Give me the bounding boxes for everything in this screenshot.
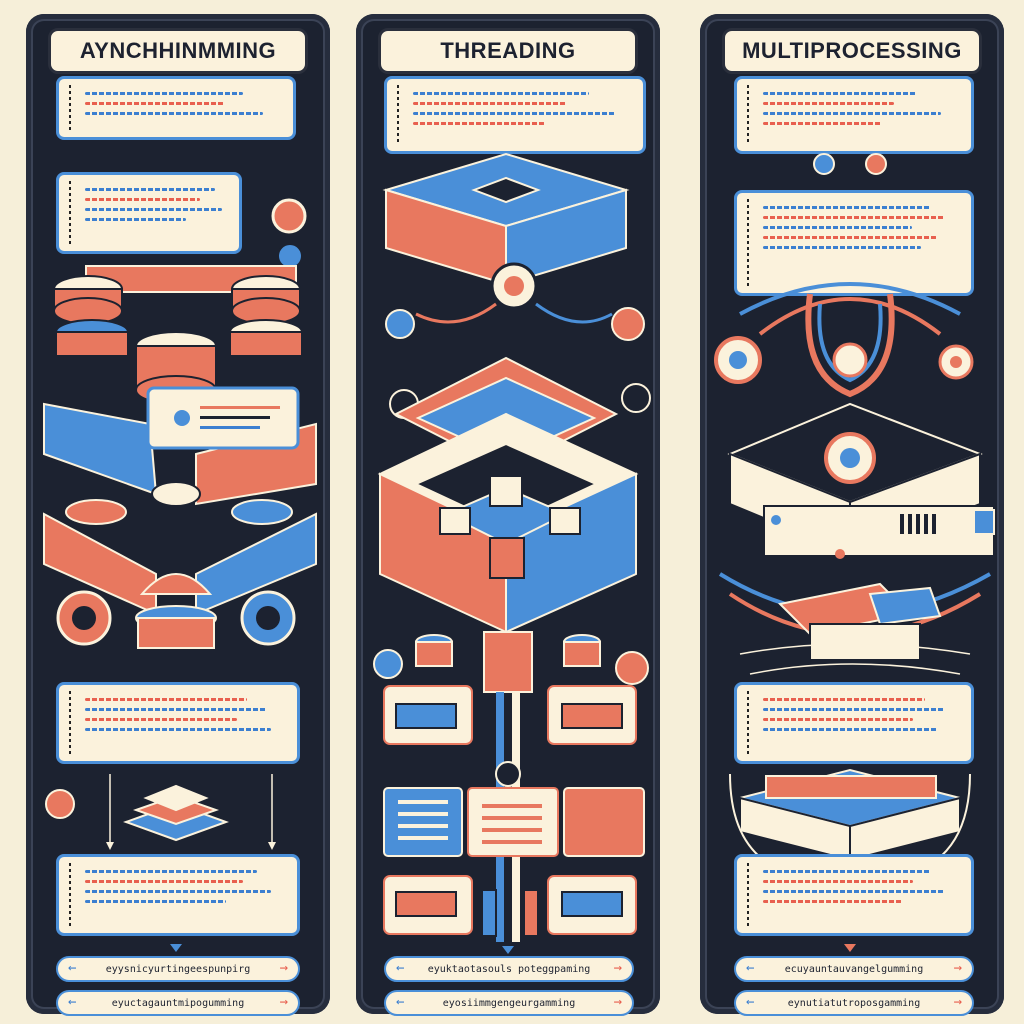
code-card [734,682,974,764]
code-card [734,854,974,936]
footer-label-top: ← eyysnicyurtingeespunpirg → [56,956,300,982]
arrow-left-icon: ← [396,960,405,976]
panel-threading: THREADING ← eyuktaotasouls poteggpaming … [356,14,660,1016]
footer-label-top: ← ecuyauntauvangelgumming → [734,956,974,982]
footer-label-bottom: ← eynutiatutroposgamming → [734,990,974,1016]
arrow-right-icon: → [279,994,288,1010]
panel-asynchronous: AYNCHHINMMING ← eyysnicyurtingeespunpirg… [26,14,330,1016]
arrow-left-icon: ← [746,960,755,976]
footer-label-top: ← eyuktaotasouls poteggpaming → [384,956,634,982]
arrow-left-icon: ← [746,994,755,1010]
footer-label-bottom: ← eyuctagauntmipogumming → [56,990,300,1016]
arrow-left-icon: ← [68,994,77,1010]
arrow-right-icon: → [613,960,622,976]
code-card [56,682,300,764]
arrow-left-icon: ← [396,994,405,1010]
arrow-right-icon: → [613,994,622,1010]
footer-label-bottom: ← eyosiimmgengeurgamming → [384,990,634,1016]
panel-multiprocessing: MULTIPROCESSING ← ecuyauntauvangelgummin… [700,14,1004,1016]
threading-illustration [373,152,651,954]
arrow-right-icon: → [279,960,288,976]
arrow-left-icon: ← [68,960,77,976]
arrow-right-icon: → [953,994,962,1010]
arrow-right-icon: → [953,960,962,976]
code-card [56,854,300,936]
